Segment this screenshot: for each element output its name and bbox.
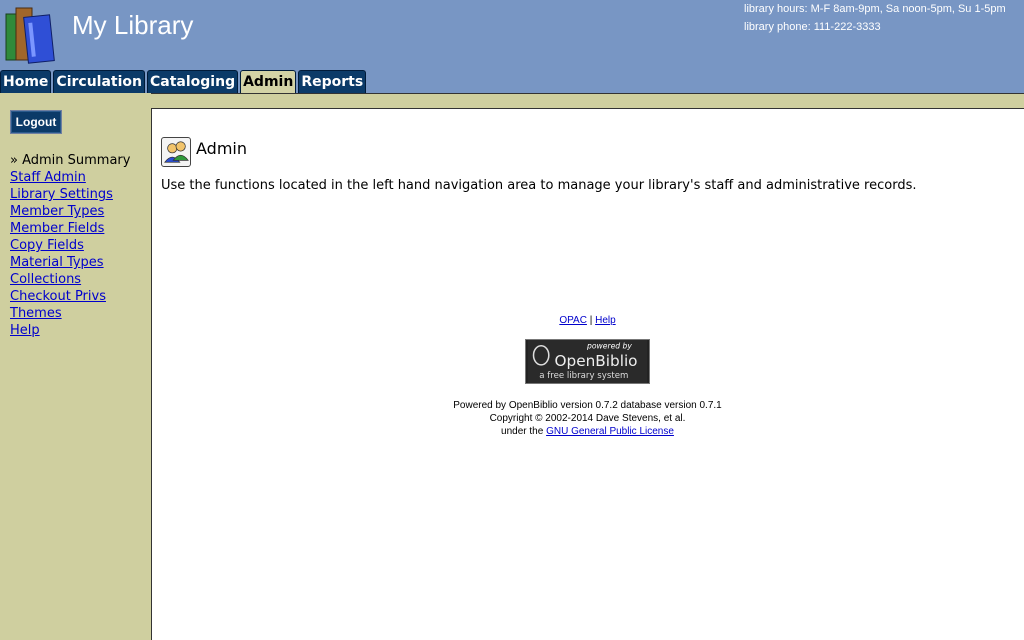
help-link[interactable]: Help: [595, 315, 616, 326]
sidebar-item-staff-admin[interactable]: Staff Admin: [10, 169, 148, 186]
sidebar-item-member-types[interactable]: Member Types: [10, 203, 148, 220]
page-description: Use the functions located in the left ha…: [161, 178, 917, 193]
main-tabs: Home Circulation Cataloging Admin Report…: [0, 70, 368, 93]
sidebar-item-collections[interactable]: Collections: [10, 271, 148, 288]
tab-reports[interactable]: Reports: [298, 70, 367, 93]
app-header: My Library library hours: M-F 8am-9pm, S…: [0, 0, 1024, 93]
sidebar-item-member-fields[interactable]: Member Fields: [10, 220, 148, 237]
sidebar-item-copy-fields[interactable]: Copy Fields: [10, 237, 148, 254]
admin-users-icon: [161, 137, 191, 167]
sidebar-item-library-settings[interactable]: Library Settings: [10, 186, 148, 203]
badge-name: OpenBiblio: [555, 352, 638, 370]
sidebar-nav: » Admin Summary Staff Admin Library Sett…: [10, 152, 148, 339]
gpl-link[interactable]: GNU General Public License: [546, 426, 674, 437]
tab-home[interactable]: Home: [0, 70, 52, 93]
tab-strip: [0, 93, 1024, 108]
library-phone: library phone: 111-222-3333: [744, 21, 881, 33]
app-title: My Library: [72, 10, 194, 40]
sidebar-item-admin-summary: » Admin Summary: [10, 153, 131, 168]
tab-circulation[interactable]: Circulation: [53, 70, 145, 93]
badge-powered-by: powered by: [586, 342, 632, 351]
license-line: under the GNU General Public License: [0, 425, 1024, 438]
powered-line: Powered by OpenBiblio version 0.7.2 data…: [453, 400, 722, 411]
openbiblio-badge[interactable]: powered by OpenBiblio a free library sys…: [525, 339, 650, 384]
sidebar-item-checkout-privs[interactable]: Checkout Privs: [10, 288, 148, 305]
footer-separator: |: [589, 315, 593, 326]
tab-cataloging[interactable]: Cataloging: [147, 70, 239, 93]
footer-text: Powered by OpenBiblio version 0.7.2 data…: [0, 399, 1024, 438]
footer-links: OPAC | Help: [0, 315, 1024, 326]
badge-tagline: a free library system: [539, 371, 628, 381]
copyright-line: Copyright © 2002-2014 Dave Stevens, et a…: [489, 413, 686, 424]
license-prefix: under the: [501, 426, 544, 437]
library-hours: library hours: M-F 8am-9pm, Sa noon-5pm,…: [744, 3, 1006, 15]
page-title: Admin: [196, 139, 247, 158]
books-logo-icon: [5, 7, 55, 64]
tab-admin[interactable]: Admin: [240, 70, 297, 93]
opac-link[interactable]: OPAC: [559, 315, 587, 326]
sidebar-item-material-types[interactable]: Material Types: [10, 254, 148, 271]
logout-button[interactable]: Logout: [10, 110, 62, 134]
